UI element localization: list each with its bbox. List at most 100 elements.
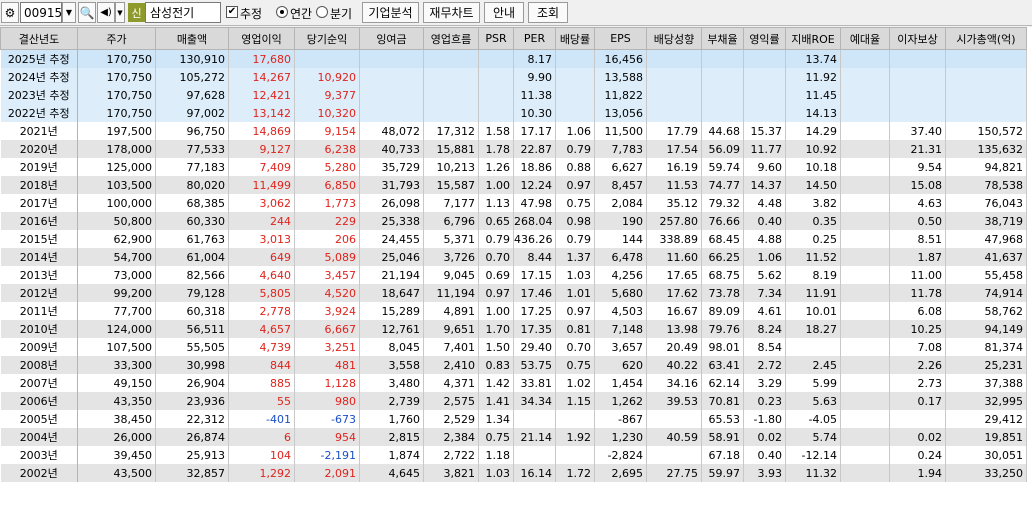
table-row[interactable]: 2021년 197,500 96,750 14,869 9,154 48,072 17,31… (0, 122, 1027, 140)
table-cell (840, 266, 890, 284)
table-row[interactable]: 2025년 추정 170,750 130,910 17,680 8.17 16,456 13… (0, 49, 1027, 68)
table-row[interactable]: 2002년 43,500 32,857 1,292 2,091 4,645 3,821 1.0… (0, 464, 1027, 482)
table-cell: 27.75 (646, 464, 702, 482)
table-cell: -12.14 (785, 446, 841, 464)
table-cell: 9,045 (423, 266, 479, 284)
column-header[interactable]: 잉여금 (359, 27, 424, 50)
speaker-icon[interactable]: ◀) (97, 2, 115, 23)
table-cell: 11.60 (646, 248, 702, 266)
column-header[interactable]: 이자보상 (889, 27, 946, 50)
table-row[interactable]: 2006년 43,350 23,936 55 980 2,739 2,575 1.41 34.3… (0, 392, 1027, 410)
table-cell: 1,128 (294, 374, 360, 392)
annual-radio[interactable] (276, 6, 288, 18)
table-cell: -4.05 (785, 410, 841, 428)
company-analysis-button[interactable]: 기업분석 (362, 2, 419, 23)
column-header[interactable]: 매출액 (155, 27, 229, 50)
table-cell: 2,722 (423, 446, 479, 464)
table-cell: 35.12 (646, 194, 702, 212)
table-row[interactable]: 2020년 178,000 77,533 9,127 6,238 40,733 15,881… (0, 140, 1027, 158)
estimate-checkbox[interactable]: ✔ (226, 6, 238, 18)
table-cell: 35,729 (359, 158, 424, 176)
table-row[interactable]: 2007년 49,150 26,904 885 1,128 3,480 4,371 1.42 3… (0, 374, 1027, 392)
column-header[interactable]: PER (513, 27, 556, 50)
table-cell: 5,089 (294, 248, 360, 266)
column-header[interactable]: 당기순익 (294, 27, 360, 50)
table-cell (840, 356, 890, 374)
table-cell: 25,046 (359, 248, 424, 266)
column-header[interactable]: PSR (478, 27, 514, 50)
column-header[interactable]: 예대율 (840, 27, 890, 50)
table-cell: 21,194 (359, 266, 424, 284)
table-row[interactable]: 2013년 73,000 82,566 4,640 3,457 21,194 9,045 0.… (0, 266, 1027, 284)
table-cell: 17,312 (423, 122, 479, 140)
table-cell: 206 (294, 230, 360, 248)
table-row[interactable]: 2005년 38,450 22,312 -401 -673 1,760 2,529 1.34 -… (0, 410, 1027, 428)
table-cell: 9.54 (889, 158, 946, 176)
year-cell: 2011년 (0, 302, 78, 320)
financial-chart-button[interactable]: 재무차트 (423, 2, 480, 23)
search-icon[interactable]: 🔍 (78, 2, 96, 23)
column-header[interactable]: 결산년도 (0, 27, 78, 50)
column-header[interactable]: EPS (594, 27, 647, 50)
table-cell: 9,127 (228, 140, 295, 158)
column-header[interactable]: 영업흐름 (423, 27, 479, 50)
table-cell: 40.22 (646, 356, 702, 374)
table-cell: 0.17 (889, 392, 946, 410)
table-cell: 8.17 (513, 49, 556, 68)
table-cell: -2,191 (294, 446, 360, 464)
table-cell: 94,821 (945, 158, 1027, 176)
table-row[interactable]: 2009년 107,500 55,505 4,739 3,251 8,045 7,401 1.… (0, 338, 1027, 356)
table-cell: 0.25 (785, 230, 841, 248)
history-dropdown-icon[interactable]: ▼ (115, 2, 125, 23)
settings-icon[interactable]: ⚙ (1, 2, 19, 23)
quarter-radio[interactable] (316, 6, 328, 18)
table-cell: 3,821 (423, 464, 479, 482)
table-row[interactable]: 2023년 추정 170,750 97,628 12,421 9,377 11.38 11,… (0, 86, 1027, 104)
table-row[interactable]: 2012년 99,200 79,128 5,805 4,520 18,647 11,194 0… (0, 284, 1027, 302)
column-header[interactable]: 주가 (77, 27, 156, 50)
table-cell: 61,763 (155, 230, 229, 248)
column-header[interactable]: 영익률 (743, 27, 786, 50)
code-dropdown-icon[interactable]: ▼ (62, 2, 76, 23)
table-row[interactable]: 2015년 62,900 61,763 3,013 206 24,455 5,371 0.79… (0, 230, 1027, 248)
table-row[interactable]: 2017년 100,000 68,385 3,062 1,773 26,098 7,177 1… (0, 194, 1027, 212)
table-cell (423, 86, 479, 104)
table-row[interactable]: 2014년 54,700 61,004 649 5,089 25,046 3,726 0.70… (0, 248, 1027, 266)
column-header[interactable]: 시가총액(억) (945, 27, 1027, 50)
table-cell: 2,384 (423, 428, 479, 446)
table-cell: 481 (294, 356, 360, 374)
table-cell: 23,936 (155, 392, 229, 410)
column-header[interactable]: 영업이익 (228, 27, 295, 50)
table-row[interactable]: 2010년 124,000 56,511 4,657 6,667 12,761 9,651 1… (0, 320, 1027, 338)
table-row[interactable]: 2019년 125,000 77,183 7,409 5,280 35,729 10,213… (0, 158, 1027, 176)
column-header[interactable]: 부채율 (701, 27, 744, 50)
column-header[interactable]: 배당성향 (646, 27, 702, 50)
query-button[interactable]: 조회 (528, 2, 568, 23)
table-cell: 9,651 (423, 320, 479, 338)
table-row[interactable]: 2004년 26,000 26,874 6 954 2,815 2,384 0.75 21.14… (0, 428, 1027, 446)
table-cell: 78,538 (945, 176, 1027, 194)
year-cell: 2019년 (0, 158, 78, 176)
table-cell: 16.67 (646, 302, 702, 320)
table-row[interactable]: 2016년 50,800 60,330 244 229 25,338 6,796 0.65 26… (0, 212, 1027, 230)
table-row[interactable]: 2008년 33,300 30,998 844 481 3,558 2,410 0.83 53.… (0, 356, 1027, 374)
table-row[interactable]: 2024년 추정 170,750 105,272 14,267 10,920 9.90 13… (0, 68, 1027, 86)
table-row[interactable]: 2022년 추정 170,750 97,002 13,142 10,320 10.30 13… (0, 104, 1027, 122)
table-cell: 103,500 (77, 176, 156, 194)
stock-code-input[interactable]: 009150 (20, 2, 70, 23)
year-cell: 2006년 (0, 392, 78, 410)
table-row[interactable]: 2011년 77,700 60,318 2,778 3,924 15,289 4,891 1.… (0, 302, 1027, 320)
table-cell: 0.23 (743, 392, 786, 410)
table-cell (945, 49, 1027, 68)
guide-button[interactable]: 안내 (484, 2, 524, 23)
column-header[interactable]: 배당률 (555, 27, 595, 50)
table-cell: 178,000 (77, 140, 156, 158)
table-cell: 77,183 (155, 158, 229, 176)
column-header[interactable]: 지배ROE (785, 27, 841, 50)
table-cell: 436.26 (513, 230, 556, 248)
table-cell: 885 (228, 374, 295, 392)
table-cell: 170,750 (77, 86, 156, 104)
table-row[interactable]: 2003년 39,450 25,913 104 -2,191 1,874 2,722 1.18… (0, 446, 1027, 464)
table-cell (840, 230, 890, 248)
table-row[interactable]: 2018년 103,500 80,020 11,499 6,850 31,793 15,58… (0, 176, 1027, 194)
